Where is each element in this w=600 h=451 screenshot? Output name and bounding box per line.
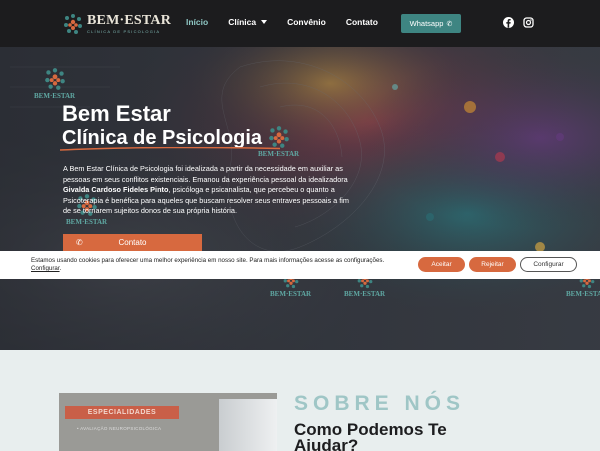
- chevron-down-icon: [261, 20, 268, 24]
- logo-mark-icon: [268, 126, 289, 148]
- contact-button[interactable]: ✆ Contato: [63, 234, 202, 251]
- nav-label: Contato: [345, 17, 378, 27]
- hero-title: Bem Estar: [62, 101, 171, 126]
- whatsapp-icon: ✆: [76, 238, 83, 247]
- watermark-logo: BEM·ESTAR: [258, 125, 299, 158]
- nav-label: Convênio: [287, 17, 326, 27]
- cookie-period: .: [59, 265, 62, 272]
- configure-cookies-button[interactable]: Configurar: [520, 257, 577, 272]
- photo-door: [219, 399, 277, 451]
- accept-cookies-button[interactable]: Aceitar: [418, 257, 465, 272]
- watermark-text: BEM·ESTAR: [34, 92, 76, 100]
- hero-section: BEM·ESTAR BEM·ESTAR BEM·ESTAR BEM·ESTAR …: [0, 47, 600, 350]
- site-header: BEM·ESTAR CLÍNICA DE PSICOLOGIA Início C…: [0, 0, 600, 47]
- logo-mark-icon: [44, 68, 65, 90]
- site-logo[interactable]: BEM·ESTAR CLÍNICA DE PSICOLOGIA: [62, 13, 171, 35]
- cookie-message: Estamos usando cookies para oferecer uma…: [31, 257, 401, 273]
- hero-subtitle: Clínica de Psicologia: [62, 127, 263, 149]
- about-section: ESPECIALIDADES • AVALIAÇÃO NEUROPSICOLÓG…: [0, 350, 600, 451]
- watermark-text: BEM·ESTAR: [66, 218, 108, 226]
- logo-name: BEM·ESTAR: [87, 13, 172, 28]
- nav-label: Início: [186, 17, 209, 27]
- facebook-icon[interactable]: [502, 16, 515, 29]
- nav-item-convenio[interactable]: Convênio: [287, 17, 326, 27]
- nav-label: Clínica: [228, 17, 257, 27]
- cookie-banner: Estamos usando cookies para oferecer uma…: [0, 251, 600, 279]
- whatsapp-button[interactable]: Whatsapp ✆: [401, 14, 461, 33]
- watermark-text: BEM·ESTAR: [344, 290, 386, 298]
- whatsapp-icon: ✆: [446, 20, 453, 28]
- section-title: Como Podemos Te Ajudar?: [294, 420, 447, 451]
- section-eyebrow: SOBRE NÓS: [294, 392, 466, 415]
- nav-item-clinica[interactable]: Clínica: [228, 17, 268, 27]
- main-nav: Início Clínica Convênio Contato: [186, 17, 398, 27]
- hero-text-part: A Bem Estar Clínica de Psicologia foi id…: [63, 164, 348, 184]
- watermark-text: BEM·ESTAR: [270, 290, 312, 298]
- instagram-icon[interactable]: [522, 16, 535, 29]
- nav-item-contato[interactable]: Contato: [346, 17, 378, 27]
- watermark-logo: BEM·ESTAR: [34, 67, 75, 100]
- hero-description: A Bem Estar Clínica de Psicologia foi id…: [63, 164, 353, 217]
- photo-sign: ESPECIALIDADES: [65, 406, 179, 419]
- watermark-text: BEM·ESTAR: [566, 290, 600, 298]
- clinic-photo: ESPECIALIDADES • AVALIAÇÃO NEUROPSICOLÓG…: [59, 393, 277, 451]
- logo-mark-icon: [64, 14, 82, 34]
- hero-underline: [60, 147, 280, 151]
- whatsapp-label: Whatsapp: [409, 19, 444, 28]
- photo-note: • AVALIAÇÃO NEUROPSICOLÓGICA: [77, 426, 162, 431]
- logo-subtitle: CLÍNICA DE PSICOLOGIA: [87, 29, 161, 34]
- cookie-settings-link[interactable]: Configurar: [31, 265, 60, 272]
- watermark-text: BEM·ESTAR: [258, 150, 300, 158]
- contact-button-label: Contato: [118, 238, 147, 247]
- cookie-text: Estamos usando cookies para oferecer uma…: [31, 257, 385, 264]
- hero-text-founder: Givalda Cardoso Fideles Pinto: [63, 185, 169, 195]
- nav-item-inicio[interactable]: Início: [186, 17, 208, 27]
- reject-cookies-button[interactable]: Rejeitar: [469, 257, 516, 272]
